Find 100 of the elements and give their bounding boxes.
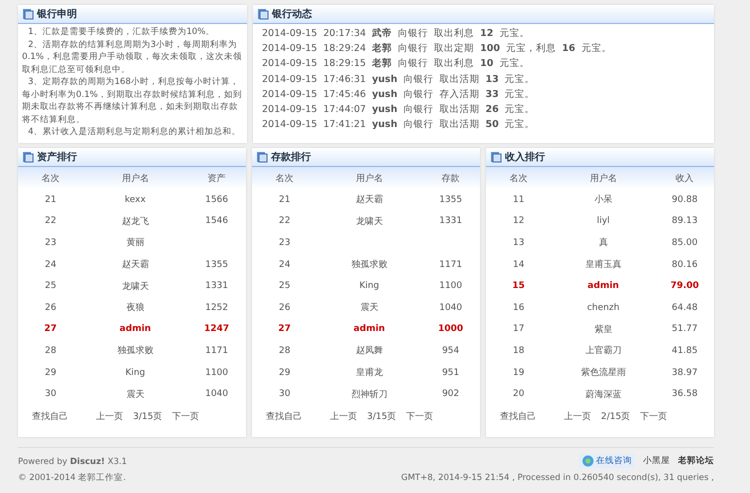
activity-entry: 2014-09-15 17:45:46 yush 向银行 存入活期 33 元宝。 (261, 88, 536, 102)
value-cell: 1040 (205, 389, 228, 400)
document-icon (22, 8, 34, 20)
rank-cell: 25 (278, 281, 290, 292)
value-cell: 954 (442, 346, 460, 356)
previous-page-link[interactable]: 上一页 (564, 410, 591, 423)
rank-cell: 12 (512, 216, 524, 226)
username-cell: 烈神斩刀 (351, 390, 388, 400)
notice-paragraph: 2、活期存款的结算利息周期为3小时，每周期利率为0.1%，利息需要用户手动领取，每次未领取，这次未领取利息汇总至可领利息中。 (22, 38, 243, 76)
username-cell: admin (588, 281, 619, 292)
rank-cell: 22 (278, 216, 290, 226)
column-header: 名次 (40, 172, 61, 184)
rank-cell: 25 (44, 281, 56, 292)
online-consult-link[interactable]: 在线咨询 (579, 454, 635, 468)
next-page-link[interactable]: 下一页 (406, 410, 434, 423)
username-cell: admin (354, 324, 385, 334)
rank-cell: 24 (278, 260, 290, 270)
value-cell: 1100 (205, 368, 228, 378)
notice-paragraph: 1、汇款是需要手续费的，汇款手续费为10%。 (27, 26, 216, 38)
rank-cell: 18 (512, 346, 524, 356)
powered-by-text: Powered by Discuz! X3.1 (18, 456, 127, 469)
value-cell: 1040 (439, 302, 462, 313)
username-cell: 赵天霸 (122, 260, 149, 270)
value-cell: 1171 (205, 346, 228, 356)
rank-cell: 27 (278, 324, 291, 334)
rank-cell: 26 (44, 302, 56, 313)
username-cell: 独孤求败 (351, 260, 388, 270)
rank-cell: 29 (278, 368, 290, 378)
activity-entry: 2014-09-15 17:41:21 yush 向银行 取出活期 50 元宝。 (261, 118, 536, 132)
username-cell: 皇甫龙 (356, 368, 383, 378)
previous-page-link[interactable]: 上一页 (330, 410, 357, 423)
username-cell: 独孤求败 (117, 346, 154, 356)
document-icon (22, 151, 34, 163)
rank-cell: 19 (512, 368, 524, 378)
username-cell: admin (120, 324, 151, 334)
value-cell: 1252 (205, 302, 228, 313)
rank-cell: 23 (278, 238, 290, 248)
panel-title: 银行申明 (37, 8, 77, 21)
column-header: 名次 (274, 172, 295, 184)
value-cell: 1566 (205, 194, 228, 205)
value-cell: 1000 (438, 324, 464, 334)
stats-text: GMT+8, 2014-9-15 21:54 , Processed in 0.260540 second(s), 31 queries , (401, 473, 714, 483)
column-header: 名次 (508, 172, 529, 184)
panel-title: 银行动态 (272, 8, 312, 21)
value-cell: 64.48 (672, 302, 698, 313)
page-indicator: 3/15页 (367, 410, 396, 423)
notice-paragraph: 3、定期存款的周期为168小时，利息按每小时计算，每小时利率为0.1%，到期取出存款时候结算利息，如到期未取出存款将不再继续计算利息，如未到期取出存款将不结算利息。 (22, 76, 243, 126)
next-page-link[interactable]: 下一页 (640, 410, 668, 423)
value-cell: 41.85 (672, 346, 698, 356)
document-icon (257, 8, 269, 20)
rank-cell: 30 (44, 389, 56, 400)
rank-cell: 24 (44, 260, 56, 270)
copyright-text: © 2001-2014 老郭工作室. (18, 472, 127, 485)
username-cell: King (359, 281, 380, 292)
footer-link[interactable]: 小黑屋 (643, 454, 670, 468)
rank-cell: 14 (512, 260, 524, 270)
next-page-link[interactable]: 下一页 (172, 410, 200, 423)
column-header: 用户名 (120, 172, 150, 184)
find-self-link[interactable]: 查找自己 (32, 410, 68, 423)
column-header: 用户名 (354, 172, 384, 184)
value-cell: 1331 (439, 216, 462, 226)
rank-cell: 26 (278, 302, 290, 313)
value-cell: 80.16 (672, 260, 698, 270)
notice-paragraph: 4、累计收入是活期利息与定期利息的累计相加总和。 (27, 126, 242, 138)
username-cell: 紫色流星雨 (580, 368, 626, 378)
document-icon (256, 151, 268, 163)
username-cell: 上官霸刀 (585, 346, 622, 356)
value-cell: 38.97 (672, 368, 698, 378)
username-cell: 震天 (360, 303, 378, 314)
activity-entry: 2014-09-15 17:44:07 yush 向银行 取出活期 26 元宝。 (261, 103, 536, 118)
previous-page-link[interactable]: 上一页 (96, 410, 123, 423)
username-cell: 小呆 (594, 195, 612, 206)
username-cell: 真 (598, 238, 608, 248)
find-self-link[interactable]: 查找自己 (266, 410, 302, 423)
rank-cell: 27 (44, 324, 57, 334)
column-header: 用户名 (588, 172, 618, 184)
rank-cell: 28 (44, 346, 56, 356)
value-cell: 1355 (439, 194, 462, 205)
rank-cell: 16 (512, 302, 524, 313)
find-self-link[interactable]: 查找自己 (500, 410, 536, 423)
rank-cell: 30 (278, 389, 290, 400)
rank-cell: 23 (44, 238, 56, 248)
value-cell: 85.00 (672, 238, 698, 248)
rank-cell: 28 (278, 346, 290, 356)
column-header: 资产 (206, 172, 227, 184)
username-cell: 紫皇 (594, 324, 612, 335)
panel-title: 资产排行 (37, 150, 77, 164)
value-cell: 951 (442, 368, 460, 378)
value-cell: 51.77 (672, 324, 698, 334)
username-cell: 黄丽 (126, 238, 144, 248)
value-cell: 89.13 (672, 216, 698, 226)
username-cell: 龙啸天 (356, 216, 383, 227)
footer-link[interactable]: 老郭论坛 (678, 454, 714, 468)
username-cell: liyl (596, 216, 610, 226)
value-cell: 36.58 (672, 389, 698, 400)
username-cell: 龙啸天 (122, 282, 149, 292)
username-cell: 夜狼 (126, 303, 144, 314)
username-cell: 赵天霸 (356, 195, 383, 206)
page-indicator: 3/15页 (133, 410, 162, 423)
value-cell: 1247 (204, 324, 230, 334)
